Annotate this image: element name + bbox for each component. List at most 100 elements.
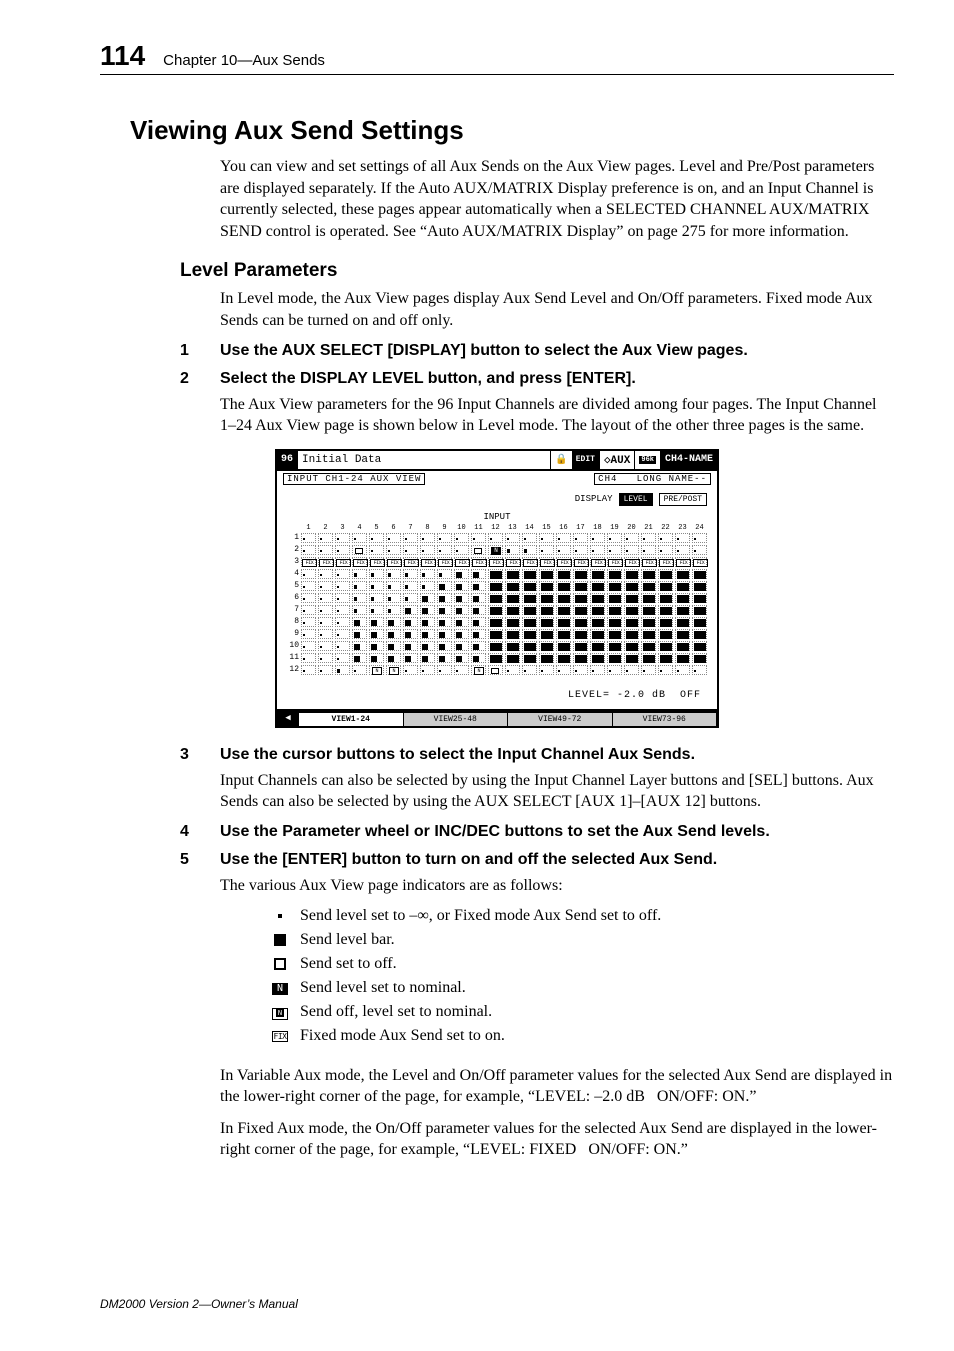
send-cell[interactable] xyxy=(692,653,707,663)
send-cell[interactable] xyxy=(607,605,622,615)
send-cell[interactable] xyxy=(607,533,622,543)
send-cell[interactable] xyxy=(471,665,486,675)
send-cell[interactable] xyxy=(590,533,605,543)
send-cell[interactable] xyxy=(318,557,333,567)
send-cell[interactable] xyxy=(573,617,588,627)
send-cell[interactable] xyxy=(352,557,367,567)
send-cell[interactable] xyxy=(403,593,418,603)
send-cell[interactable] xyxy=(675,569,690,579)
send-cell[interactable] xyxy=(488,533,503,543)
send-cell[interactable] xyxy=(335,557,350,567)
send-cell[interactable] xyxy=(403,629,418,639)
send-cell[interactable] xyxy=(658,569,673,579)
send-cell[interactable] xyxy=(454,545,469,555)
send-cell[interactable] xyxy=(420,665,435,675)
send-cell[interactable] xyxy=(505,545,520,555)
send-cell[interactable] xyxy=(641,533,656,543)
send-cell[interactable] xyxy=(573,557,588,567)
send-cell[interactable] xyxy=(573,665,588,675)
tab-view25-48[interactable]: VIEW25-48 xyxy=(404,713,509,726)
send-cell[interactable] xyxy=(658,641,673,651)
send-cell[interactable] xyxy=(318,629,333,639)
send-cell[interactable] xyxy=(692,593,707,603)
send-cell[interactable] xyxy=(471,581,486,591)
send-cell[interactable] xyxy=(607,629,622,639)
send-cell[interactable] xyxy=(301,581,316,591)
send-cell[interactable] xyxy=(369,641,384,651)
send-cell[interactable] xyxy=(539,593,554,603)
send-cell[interactable] xyxy=(658,593,673,603)
send-cell[interactable] xyxy=(301,653,316,663)
send-cell[interactable] xyxy=(624,665,639,675)
send-cell[interactable] xyxy=(641,545,656,555)
send-cell[interactable] xyxy=(624,581,639,591)
send-cell[interactable] xyxy=(658,581,673,591)
send-cell[interactable] xyxy=(369,545,384,555)
send-cell[interactable] xyxy=(471,653,486,663)
send-cell[interactable] xyxy=(641,593,656,603)
send-cell[interactable] xyxy=(692,557,707,567)
send-cell[interactable] xyxy=(420,593,435,603)
send-cell[interactable] xyxy=(505,653,520,663)
send-cell[interactable] xyxy=(590,605,605,615)
send-cell[interactable] xyxy=(675,617,690,627)
send-cell[interactable] xyxy=(454,593,469,603)
send-cell[interactable] xyxy=(556,641,571,651)
send-cell[interactable] xyxy=(505,665,520,675)
send-cell[interactable] xyxy=(403,605,418,615)
send-cell[interactable] xyxy=(641,665,656,675)
send-cell[interactable] xyxy=(471,557,486,567)
tab-view1-24[interactable]: VIEW1-24 xyxy=(299,713,404,726)
send-cell[interactable] xyxy=(403,533,418,543)
send-cell[interactable] xyxy=(505,593,520,603)
send-cell[interactable] xyxy=(505,641,520,651)
send-cell[interactable] xyxy=(352,593,367,603)
send-cell[interactable] xyxy=(352,605,367,615)
send-cell[interactable] xyxy=(692,617,707,627)
prepost-button[interactable]: PRE/POST xyxy=(659,493,707,506)
send-cell[interactable] xyxy=(590,593,605,603)
send-cell[interactable] xyxy=(522,533,537,543)
send-cell[interactable] xyxy=(352,569,367,579)
send-cell[interactable] xyxy=(335,641,350,651)
send-cell[interactable] xyxy=(590,545,605,555)
send-cell[interactable] xyxy=(471,569,486,579)
send-cell[interactable] xyxy=(420,581,435,591)
tab-view49-72[interactable]: VIEW49-72 xyxy=(508,713,613,726)
send-cell[interactable] xyxy=(522,617,537,627)
send-cell[interactable] xyxy=(437,557,452,567)
send-cell[interactable] xyxy=(607,653,622,663)
send-cell[interactable] xyxy=(420,641,435,651)
send-cell[interactable] xyxy=(454,653,469,663)
send-cell[interactable] xyxy=(590,653,605,663)
send-cell[interactable] xyxy=(505,617,520,627)
send-cell[interactable] xyxy=(539,629,554,639)
send-cell[interactable] xyxy=(386,533,401,543)
send-cell[interactable] xyxy=(539,533,554,543)
send-cell[interactable] xyxy=(675,605,690,615)
scroll-left-icon[interactable]: ◀ xyxy=(277,711,299,726)
send-cell[interactable] xyxy=(301,605,316,615)
send-cell[interactable] xyxy=(573,581,588,591)
send-cell[interactable] xyxy=(488,629,503,639)
send-cell[interactable] xyxy=(607,557,622,567)
send-cell[interactable] xyxy=(454,641,469,651)
send-cell[interactable] xyxy=(539,653,554,663)
send-cell[interactable] xyxy=(352,665,367,675)
send-cell[interactable] xyxy=(437,593,452,603)
send-cell[interactable] xyxy=(522,581,537,591)
send-cell[interactable] xyxy=(590,557,605,567)
send-cell[interactable] xyxy=(556,617,571,627)
send-cell[interactable] xyxy=(692,533,707,543)
send-cell[interactable] xyxy=(403,641,418,651)
send-cell[interactable] xyxy=(471,617,486,627)
send-cell[interactable] xyxy=(641,617,656,627)
send-cell[interactable] xyxy=(556,665,571,675)
send-cell[interactable] xyxy=(386,605,401,615)
send-cell[interactable] xyxy=(437,653,452,663)
send-cell[interactable] xyxy=(692,605,707,615)
send-cell[interactable] xyxy=(522,557,537,567)
send-cell[interactable] xyxy=(318,569,333,579)
send-cell[interactable] xyxy=(539,569,554,579)
send-cell[interactable] xyxy=(420,545,435,555)
